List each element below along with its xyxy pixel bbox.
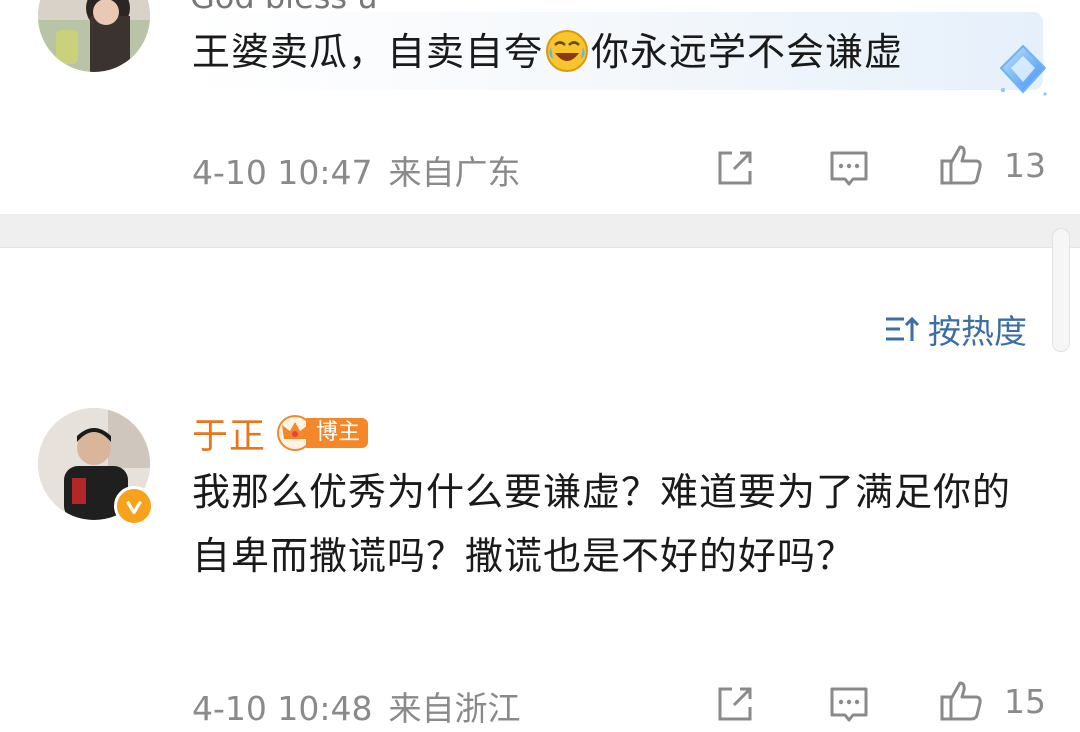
comment-item-1: God bless u 王婆卖瓜，自卖自夸你永远学不会谦虚 4-10 10:47…: [0, 0, 1080, 214]
blogger-badge: 博主: [276, 415, 369, 451]
comment-meta: 4-10 10:47 来自广东: [192, 146, 521, 194]
thumbs-up-icon[interactable]: [938, 677, 984, 723]
thumbs-up-icon[interactable]: [938, 141, 984, 187]
like-count: 15: [1004, 682, 1046, 721]
share-icon[interactable]: [712, 681, 758, 727]
share-icon[interactable]: [712, 145, 758, 191]
scrollbar[interactable]: [1052, 228, 1070, 352]
comment-text: 王婆卖瓜，自卖自夸 你永远学不会谦虚: [192, 28, 904, 74]
sort-by-hot-button[interactable]: 按热度: [884, 306, 1027, 352]
laugh-cry-emoji-icon: [545, 28, 589, 72]
verified-v-icon: [114, 486, 154, 526]
like-count: 13: [1004, 146, 1046, 185]
comment-meta: 4-10 10:48 来自浙江: [192, 682, 521, 730]
sort-label: 按热度: [928, 312, 1027, 351]
username[interactable]: 于正: [192, 407, 266, 459]
comment-text: 我那么优秀为什么要谦虚？难道要为了满足你的自卑而撒谎吗？撒谎也是不好的好吗？: [192, 470, 1012, 578]
badge-label: 博主: [306, 418, 369, 448]
diamond-badge-icon: [995, 42, 1051, 98]
location: 来自广东: [388, 153, 521, 192]
timestamp: 4-10 10:47: [192, 153, 373, 192]
section-divider: [0, 214, 1080, 248]
comment-icon[interactable]: [826, 145, 872, 191]
name-row: 于正 博主: [192, 407, 369, 459]
comment-icon[interactable]: [826, 681, 872, 727]
timestamp: 4-10 10:48: [192, 689, 373, 728]
avatar[interactable]: [38, 0, 150, 72]
comment-item-2: 于正 博主 我那么优秀为什么要谦虚？难道要为了满足你的自卑而撒谎吗？撒谎也是不好…: [0, 390, 1080, 732]
sort-icon: [886, 316, 920, 341]
location: 来自浙江: [388, 689, 521, 728]
